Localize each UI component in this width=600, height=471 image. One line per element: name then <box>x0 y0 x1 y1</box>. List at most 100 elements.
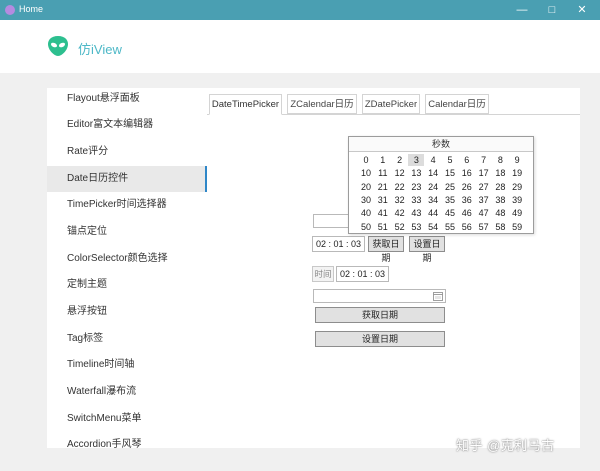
second-option[interactable]: 36 <box>459 194 475 206</box>
close-icon[interactable]: ✕ <box>567 1 597 19</box>
second-option[interactable]: 8 <box>492 154 508 166</box>
second-option[interactable]: 33 <box>408 194 424 206</box>
sidebar: Flayout悬浮面板 Editor富文本编辑器 Rate评分 Date日历控件… <box>47 88 207 448</box>
second-option[interactable]: 30 <box>358 194 374 206</box>
date-input[interactable] <box>313 289 446 303</box>
app-icon <box>5 5 15 15</box>
second-option[interactable]: 28 <box>492 181 508 193</box>
second-option[interactable]: 20 <box>358 181 374 193</box>
second-option[interactable]: 57 <box>476 221 492 233</box>
second-option[interactable]: 29 <box>509 181 525 193</box>
second-option[interactable]: 1 <box>375 154 391 166</box>
set-date-button[interactable]: 设置日期 <box>409 236 445 263</box>
sidebar-item-accordion[interactable]: Accordion手风琴 <box>47 432 207 448</box>
time-display[interactable]: 02 : 01 : 03 <box>312 236 365 252</box>
second-option[interactable]: 39 <box>509 194 525 206</box>
second-option[interactable]: 32 <box>392 194 408 206</box>
sidebar-item-timeline[interactable]: Timeline时间轴 <box>47 352 207 378</box>
second-option[interactable]: 27 <box>476 181 492 193</box>
app-title: 仿iView <box>78 42 122 57</box>
second-option[interactable]: 44 <box>425 207 441 219</box>
sidebar-item-colorselector[interactable]: ColorSelector颜色选择 <box>47 246 207 272</box>
seconds-header: 秒数 <box>349 137 533 152</box>
second-option[interactable]: 31 <box>375 194 391 206</box>
second-option[interactable]: 26 <box>459 181 475 193</box>
second-option[interactable]: 11 <box>375 167 391 179</box>
second-option[interactable]: 43 <box>408 207 424 219</box>
second-option[interactable]: 58 <box>492 221 508 233</box>
second-option[interactable]: 50 <box>358 221 374 233</box>
alien-logo-icon <box>48 36 68 56</box>
sidebar-item-timepicker[interactable]: TimePicker时间选择器 <box>47 192 207 218</box>
sidebar-item-tag[interactable]: Tag标签 <box>47 326 207 352</box>
second-option[interactable]: 41 <box>375 207 391 219</box>
second-option[interactable]: 47 <box>476 207 492 219</box>
second-option[interactable]: 35 <box>442 194 458 206</box>
second-option[interactable]: 48 <box>492 207 508 219</box>
second-option[interactable]: 14 <box>425 167 441 179</box>
second-option[interactable]: 52 <box>392 221 408 233</box>
minimize-icon[interactable]: — <box>507 1 537 19</box>
second-option[interactable]: 2 <box>392 154 408 166</box>
second-option[interactable]: 53 <box>408 221 424 233</box>
sidebar-item-waterfall[interactable]: Waterfall瀑布流 <box>47 379 207 405</box>
window-title: Home <box>19 4 44 14</box>
second-option[interactable]: 56 <box>459 221 475 233</box>
seconds-popup: 秒数 0 1 2 3 4 5 6 7 8 9 10 11 12 13 14 15 16 17 18 19 20 21 22 2… <box>348 136 534 234</box>
sidebar-item-theme[interactable]: 定制主题 <box>47 272 207 298</box>
tab-calendar[interactable]: Calendar日历 <box>425 94 489 114</box>
sidebar-item-editor[interactable]: Editor富文本编辑器 <box>47 112 207 138</box>
second-option[interactable]: 37 <box>476 194 492 206</box>
sidebar-item-anchor[interactable]: 锚点定位 <box>47 219 207 245</box>
maximize-icon[interactable]: □ <box>537 1 567 19</box>
second-option[interactable]: 55 <box>442 221 458 233</box>
second-option[interactable]: 22 <box>392 181 408 193</box>
get-date-button[interactable]: 获取日期 <box>368 236 404 263</box>
second-option[interactable]: 51 <box>375 221 391 233</box>
second-option[interactable]: 40 <box>358 207 374 219</box>
second-option[interactable]: 12 <box>392 167 408 179</box>
second-option[interactable]: 17 <box>476 167 492 179</box>
second-option[interactable]: 34 <box>425 194 441 206</box>
second-option[interactable]: 13 <box>408 167 424 179</box>
get-date-button-2[interactable]: 获取日期 <box>315 307 445 323</box>
second-option[interactable]: 46 <box>459 207 475 219</box>
second-option[interactable]: 25 <box>442 181 458 193</box>
second-option[interactable]: 4 <box>425 154 441 166</box>
second-option[interactable]: 10 <box>358 167 374 179</box>
tab-datetimepicker[interactable]: DateTimePicker <box>209 94 282 115</box>
sidebar-item-flayout[interactable]: Flayout悬浮面板 <box>47 88 207 112</box>
calendar-icon[interactable] <box>433 291 443 301</box>
sidebar-item-switchmenu[interactable]: SwitchMenu菜单 <box>47 406 207 432</box>
second-option[interactable]: 54 <box>425 221 441 233</box>
second-option[interactable]: 49 <box>509 207 525 219</box>
tab-zdatepicker[interactable]: ZDatePicker <box>362 94 420 114</box>
title-bar: Home — □ ✕ <box>0 0 600 20</box>
second-option[interactable]: 59 <box>509 221 525 233</box>
main-panel: DateTimePicker ZCalendar日历 ZDatePicker C… <box>207 88 580 448</box>
second-option[interactable]: 24 <box>425 181 441 193</box>
second-option[interactable]: 23 <box>408 181 424 193</box>
second-option[interactable]: 7 <box>476 154 492 166</box>
second-option[interactable]: 15 <box>442 167 458 179</box>
set-date-button-2[interactable]: 设置日期 <box>315 331 445 347</box>
second-option[interactable]: 9 <box>509 154 525 166</box>
second-option[interactable]: 21 <box>375 181 391 193</box>
tab-zcalendar[interactable]: ZCalendar日历 <box>287 94 357 114</box>
sidebar-item-float-button[interactable]: 悬浮按钮 <box>47 299 207 325</box>
datetime-input[interactable] <box>313 214 349 228</box>
second-option[interactable]: 38 <box>492 194 508 206</box>
second-option[interactable]: 19 <box>509 167 525 179</box>
second-option[interactable]: 5 <box>442 154 458 166</box>
second-option[interactable]: 42 <box>392 207 408 219</box>
watermark: 知乎 @克利马古 <box>456 438 555 453</box>
second-option[interactable]: 16 <box>459 167 475 179</box>
second-option[interactable]: 45 <box>442 207 458 219</box>
time-display-2[interactable]: 02 : 01 : 03 <box>336 266 389 282</box>
sidebar-item-date[interactable]: Date日历控件 <box>47 166 207 192</box>
sidebar-item-rate[interactable]: Rate评分 <box>47 139 207 165</box>
second-option[interactable]: 0 <box>358 154 374 166</box>
second-option[interactable]: 18 <box>492 167 508 179</box>
second-option[interactable]: 3 <box>408 154 425 166</box>
second-option[interactable]: 6 <box>459 154 475 166</box>
